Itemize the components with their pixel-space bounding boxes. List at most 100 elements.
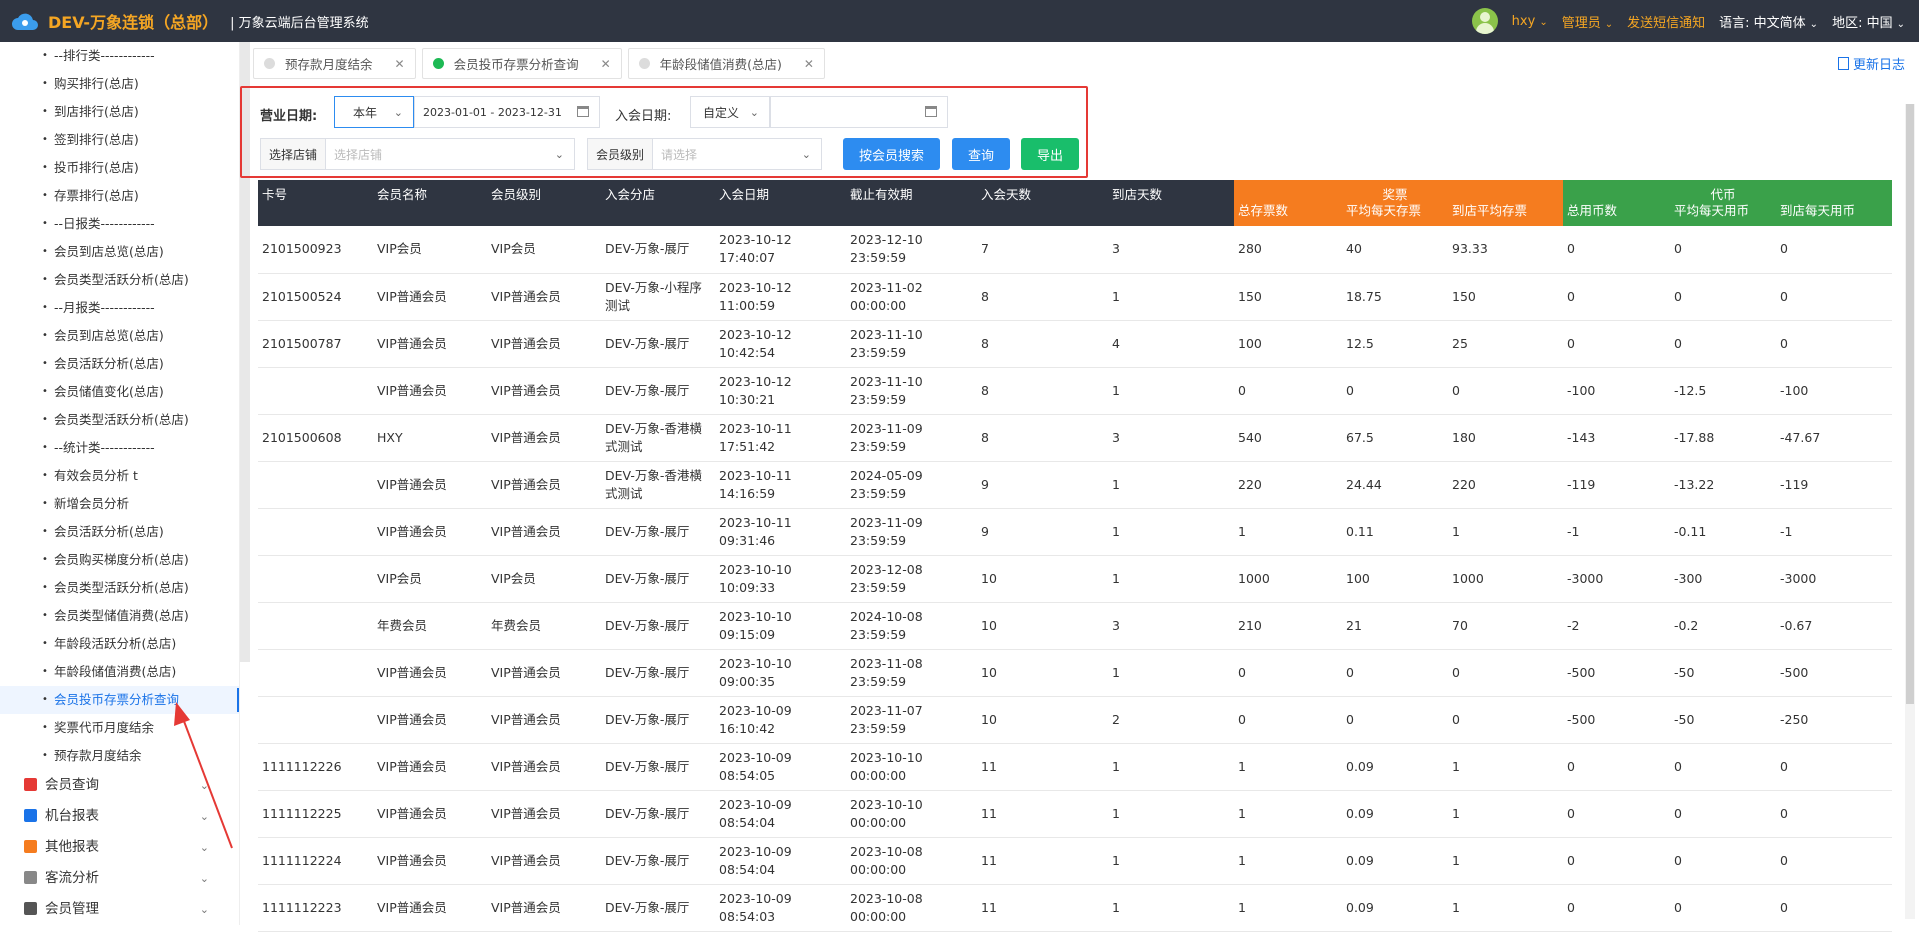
join-date-label: 入会日期: xyxy=(615,109,672,124)
table-cell: DEV-万象-展厅 xyxy=(601,837,715,885)
biz-date-range-input[interactable]: 2023-01-01 - 2023-12-31 xyxy=(414,96,600,128)
sidebar-item[interactable]: 新增会员分析 xyxy=(0,490,239,518)
search-by-member-button[interactable]: 按会员搜索 xyxy=(843,138,940,170)
table-cell: 0 xyxy=(1776,273,1892,321)
table-cell: 0 xyxy=(1563,837,1670,885)
join-date-mode-value: 自定义 xyxy=(703,105,740,120)
table-cell: 2023-10-10 10:09:33 xyxy=(715,555,846,603)
column-header-label: 总存票数 xyxy=(1238,203,1289,218)
table-cell: -100 xyxy=(1776,367,1892,415)
close-icon[interactable]: ✕ xyxy=(395,57,405,71)
language-selector[interactable]: 语言: 中文简体 ⌄ xyxy=(1719,12,1818,31)
column-header: 入会日期 xyxy=(715,180,846,226)
table-cell: 1 xyxy=(1234,837,1342,885)
sidebar-item[interactable]: 奖票代币月度结余 xyxy=(0,714,239,742)
table-cell: 1000 xyxy=(1448,555,1563,603)
table-cell: -250 xyxy=(1776,696,1892,744)
sidebar-item[interactable]: 会员到店总览(总店) xyxy=(0,322,239,350)
sidebar-item[interactable]: 会员购买梯度分析(总店) xyxy=(0,546,239,574)
table-cell: 1111112226 xyxy=(258,743,373,791)
table-cell: 1 xyxy=(1448,790,1563,838)
table-cell: 0 xyxy=(1234,367,1342,415)
sms-notify-link[interactable]: 发送短信通知 xyxy=(1627,12,1705,31)
sidebar-item[interactable]: 会员活跃分析(总店) xyxy=(0,350,239,378)
sidebar-item-label: 存票排行(总店) xyxy=(54,188,139,203)
table-cell: 10 xyxy=(977,649,1108,697)
page-tabs: 预存款月度结余 ✕ 会员投币存票分析查询 ✕ 年龄段储值消费(总店) ✕ xyxy=(253,48,825,80)
sidebar-group[interactable]: 会员管理 ⌄ xyxy=(0,894,239,925)
sidebar-item[interactable]: 会员类型活跃分析(总店) xyxy=(0,406,239,434)
sidebar-item[interactable]: 投币排行(总店) xyxy=(0,154,239,182)
table-cell: 18.75 xyxy=(1342,273,1448,321)
sidebar-group[interactable]: 客流分析 ⌄ xyxy=(0,863,239,894)
table-cell: 2023-10-10 09:15:09 xyxy=(715,602,846,650)
sidebar-item[interactable]: 到店排行(总店) xyxy=(0,98,239,126)
sidebar-group[interactable]: 会员查询 ⌄ xyxy=(0,770,239,801)
table-cell: -119 xyxy=(1776,461,1892,509)
sidebar-item[interactable]: 年龄段活跃分析(总店) xyxy=(0,630,239,658)
sidebar-item[interactable]: 会员活跃分析(总店) xyxy=(0,518,239,546)
column-header: 奖票 平均每天存票 xyxy=(1342,180,1448,226)
store-select[interactable]: 选择店铺 ⌄ xyxy=(325,138,575,170)
sidebar-item[interactable]: 有效会员分析 t xyxy=(0,462,239,490)
sidebar-item[interactable]: 会员类型活跃分析(总店) xyxy=(0,266,239,294)
sidebar-group[interactable]: 其他报表 ⌄ xyxy=(0,832,239,863)
table-cell: 210 xyxy=(1234,602,1342,650)
table-cell: -100 xyxy=(1563,367,1670,415)
close-icon[interactable]: ✕ xyxy=(601,57,611,71)
table-cell: VIP普通会员 xyxy=(373,837,487,885)
chevron-down-icon: ⌄ xyxy=(199,779,209,792)
sidebar-item[interactable]: 会员类型储值消费(总店) xyxy=(0,602,239,630)
table-cell: 1 xyxy=(1448,884,1563,932)
sidebar-item[interactable]: --月报类------------ xyxy=(0,294,239,322)
sidebar-item[interactable]: 购买排行(总店) xyxy=(0,70,239,98)
table-cell: 1 xyxy=(1108,837,1234,885)
tab[interactable]: 预存款月度结余 ✕ xyxy=(253,48,416,79)
sidebar-item[interactable]: 会员类型活跃分析(总店) xyxy=(0,574,239,602)
sidebar-item-label: 会员类型活跃分析(总店) xyxy=(54,272,189,287)
table-cell: VIP普通会员 xyxy=(373,649,487,697)
level-select[interactable]: 请选择 ⌄ xyxy=(652,138,822,170)
sidebar-item[interactable]: 签到排行(总店) xyxy=(0,126,239,154)
table-cell: 11 xyxy=(977,743,1108,791)
table-cell: 0 xyxy=(1670,320,1776,368)
table-cell: VIP普通会员 xyxy=(373,320,487,368)
tab[interactable]: 会员投币存票分析查询 ✕ xyxy=(421,48,622,79)
table-cell: 3 xyxy=(1108,602,1234,650)
region-selector[interactable]: 地区: 中国 ⌄ xyxy=(1832,12,1905,31)
changelog-link[interactable]: 更新日志 xyxy=(1837,54,1905,73)
sidebar-item-label: 会员购买梯度分析(总店) xyxy=(54,552,189,567)
sidebar-item[interactable]: 会员储值变化(总店) xyxy=(0,378,239,406)
page-scrollbar[interactable] xyxy=(1905,104,1915,919)
biz-date-mode-select[interactable]: 本年 ⌄ xyxy=(334,96,414,128)
table-cell: 2023-10-09 08:54:03 xyxy=(715,884,846,932)
sidebar-item[interactable]: 预存款月度结余 xyxy=(0,742,239,770)
sidebar-item[interactable]: --日报类------------ xyxy=(0,210,239,238)
sidebar-item[interactable]: 会员投币存票分析查询 xyxy=(0,686,239,714)
sidebar-item[interactable]: 年龄段储值消费(总店) xyxy=(0,658,239,686)
tab[interactable]: 年龄段储值消费(总店) ✕ xyxy=(627,48,825,79)
table-cell: 1 xyxy=(1234,884,1342,932)
sidebar-item[interactable]: --排行类------------ xyxy=(0,42,239,70)
store-placeholder: 选择店铺 xyxy=(334,147,383,162)
sidebar-group-label: 会员查询 xyxy=(45,777,99,793)
export-button[interactable]: 导出 xyxy=(1021,138,1079,170)
close-icon[interactable]: ✕ xyxy=(804,57,814,71)
user-avatar-icon[interactable] xyxy=(1471,8,1498,34)
table-cell: 1 xyxy=(1234,790,1342,838)
biz-date-mode-value: 本年 xyxy=(353,105,378,120)
sidebar-item[interactable]: 存票排行(总店) xyxy=(0,182,239,210)
sidebar-item-label: 预存款月度结余 xyxy=(54,748,142,763)
table-cell: 1 xyxy=(1108,555,1234,603)
table-cell: 180 xyxy=(1448,414,1563,462)
table-cell: 3 xyxy=(1108,226,1234,274)
role-menu[interactable]: 管理员 ⌄ xyxy=(1562,12,1613,31)
sidebar-item[interactable]: 会员到店总览(总店) xyxy=(0,238,239,266)
join-date-mode-select[interactable]: 自定义 ⌄ xyxy=(690,96,770,128)
user-menu[interactable]: hxy ⌄ xyxy=(1512,14,1548,29)
join-date-range-input[interactable] xyxy=(770,96,948,128)
sidebar-item[interactable]: --统计类------------ xyxy=(0,434,239,462)
query-button[interactable]: 查询 xyxy=(952,138,1010,170)
table-cell: 11 xyxy=(977,837,1108,885)
sidebar-group[interactable]: 机台报表 ⌄ xyxy=(0,801,239,832)
